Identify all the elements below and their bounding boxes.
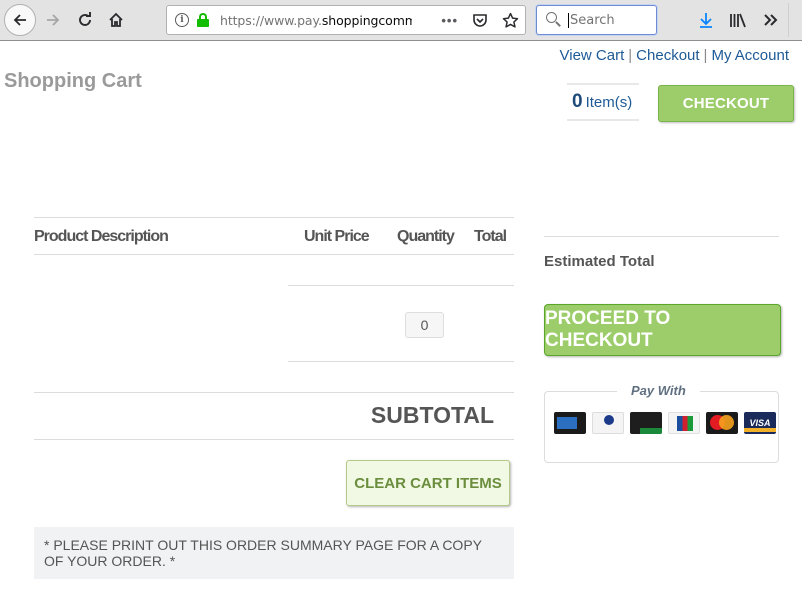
page-content: View Cart | Checkout | My Account Shopping C… <box>0 42 802 592</box>
home-button[interactable] <box>101 5 131 35</box>
view-cart-link[interactable]: View Cart <box>560 47 625 64</box>
page-title: Shopping Cart <box>4 70 142 92</box>
row-divider <box>288 361 514 362</box>
info-icon[interactable]: i <box>175 13 189 27</box>
lock-icon[interactable] <box>197 13 209 27</box>
forward-button[interactable] <box>38 5 68 35</box>
proceed-to-checkout-button[interactable]: PROCEED TO CHECKOUT <box>544 304 781 356</box>
reload-icon <box>79 12 91 26</box>
pay-with-panel: Pay With VISA <box>544 383 779 463</box>
visa-card-icon: VISA <box>744 412 776 434</box>
library-icon <box>730 13 746 28</box>
payment-cards: VISA <box>554 412 776 434</box>
reload-button[interactable] <box>70 5 100 35</box>
discover-card-icon <box>630 412 662 434</box>
download-icon <box>700 13 712 28</box>
col-quantity: Quantity <box>397 228 455 245</box>
amex-card-icon <box>554 412 586 434</box>
back-button[interactable] <box>4 4 36 36</box>
pay-with-title: Pay With <box>617 383 700 398</box>
account-nav: View Cart | Checkout | My Account <box>559 47 789 64</box>
search-bar[interactable] <box>536 5 657 35</box>
diners-club-card-icon <box>592 412 624 434</box>
row-divider <box>288 285 514 286</box>
page-actions-icon[interactable]: ••• <box>441 13 458 28</box>
subtotal-label: SUBTOTAL <box>370 402 494 428</box>
col-total: Total <box>474 228 507 245</box>
overflow-menu-button[interactable] <box>756 5 784 35</box>
pocket-icon[interactable] <box>472 12 488 28</box>
estimated-total-label: Estimated Total <box>544 253 655 270</box>
arrow-left-icon <box>13 14 26 26</box>
arrow-right-icon <box>47 14 60 26</box>
browser-toolbar: i https://www.pay.shoppingcommerce ••• <box>0 0 802 41</box>
checkout-button[interactable]: CHECKOUT <box>658 85 794 122</box>
url-text[interactable]: https://www.pay.shoppingcommerce <box>220 13 412 28</box>
jcb-card-icon <box>668 412 700 434</box>
print-notice: * PLEASE PRINT OUT THIS ORDER SUMMARY PA… <box>34 527 514 579</box>
my-account-link[interactable]: My Account <box>711 47 789 64</box>
summary-divider <box>544 236 779 237</box>
clear-cart-button[interactable]: CLEAR CART ITEMS <box>346 460 510 506</box>
checkout-link[interactable]: Checkout <box>636 47 699 64</box>
library-button[interactable] <box>724 5 752 35</box>
bookmark-star-icon[interactable] <box>502 12 519 29</box>
col-unit-price: Unit Price <box>304 228 370 245</box>
item-count-label: Item(s) <box>585 93 633 111</box>
subtotal-row: SUBTOTAL <box>34 392 514 440</box>
quantity-field[interactable]: 0 <box>405 312 444 338</box>
table-header: Product Description Unit Price Quantity … <box>34 217 514 255</box>
search-icon <box>546 12 562 28</box>
url-bar[interactable]: i https://www.pay.shoppingcommerce ••• <box>166 5 526 35</box>
search-input[interactable] <box>568 12 652 28</box>
downloads-button[interactable] <box>692 5 720 35</box>
cart-item-count[interactable]: 0 Item(s) <box>567 83 639 121</box>
toolbar-divider <box>788 3 789 37</box>
home-icon <box>109 12 123 27</box>
mastercard-card-icon <box>706 412 738 434</box>
col-product-description: Product Description <box>34 228 169 245</box>
chevron-double-right-icon <box>764 14 778 26</box>
item-count-value: 0 <box>572 91 583 112</box>
